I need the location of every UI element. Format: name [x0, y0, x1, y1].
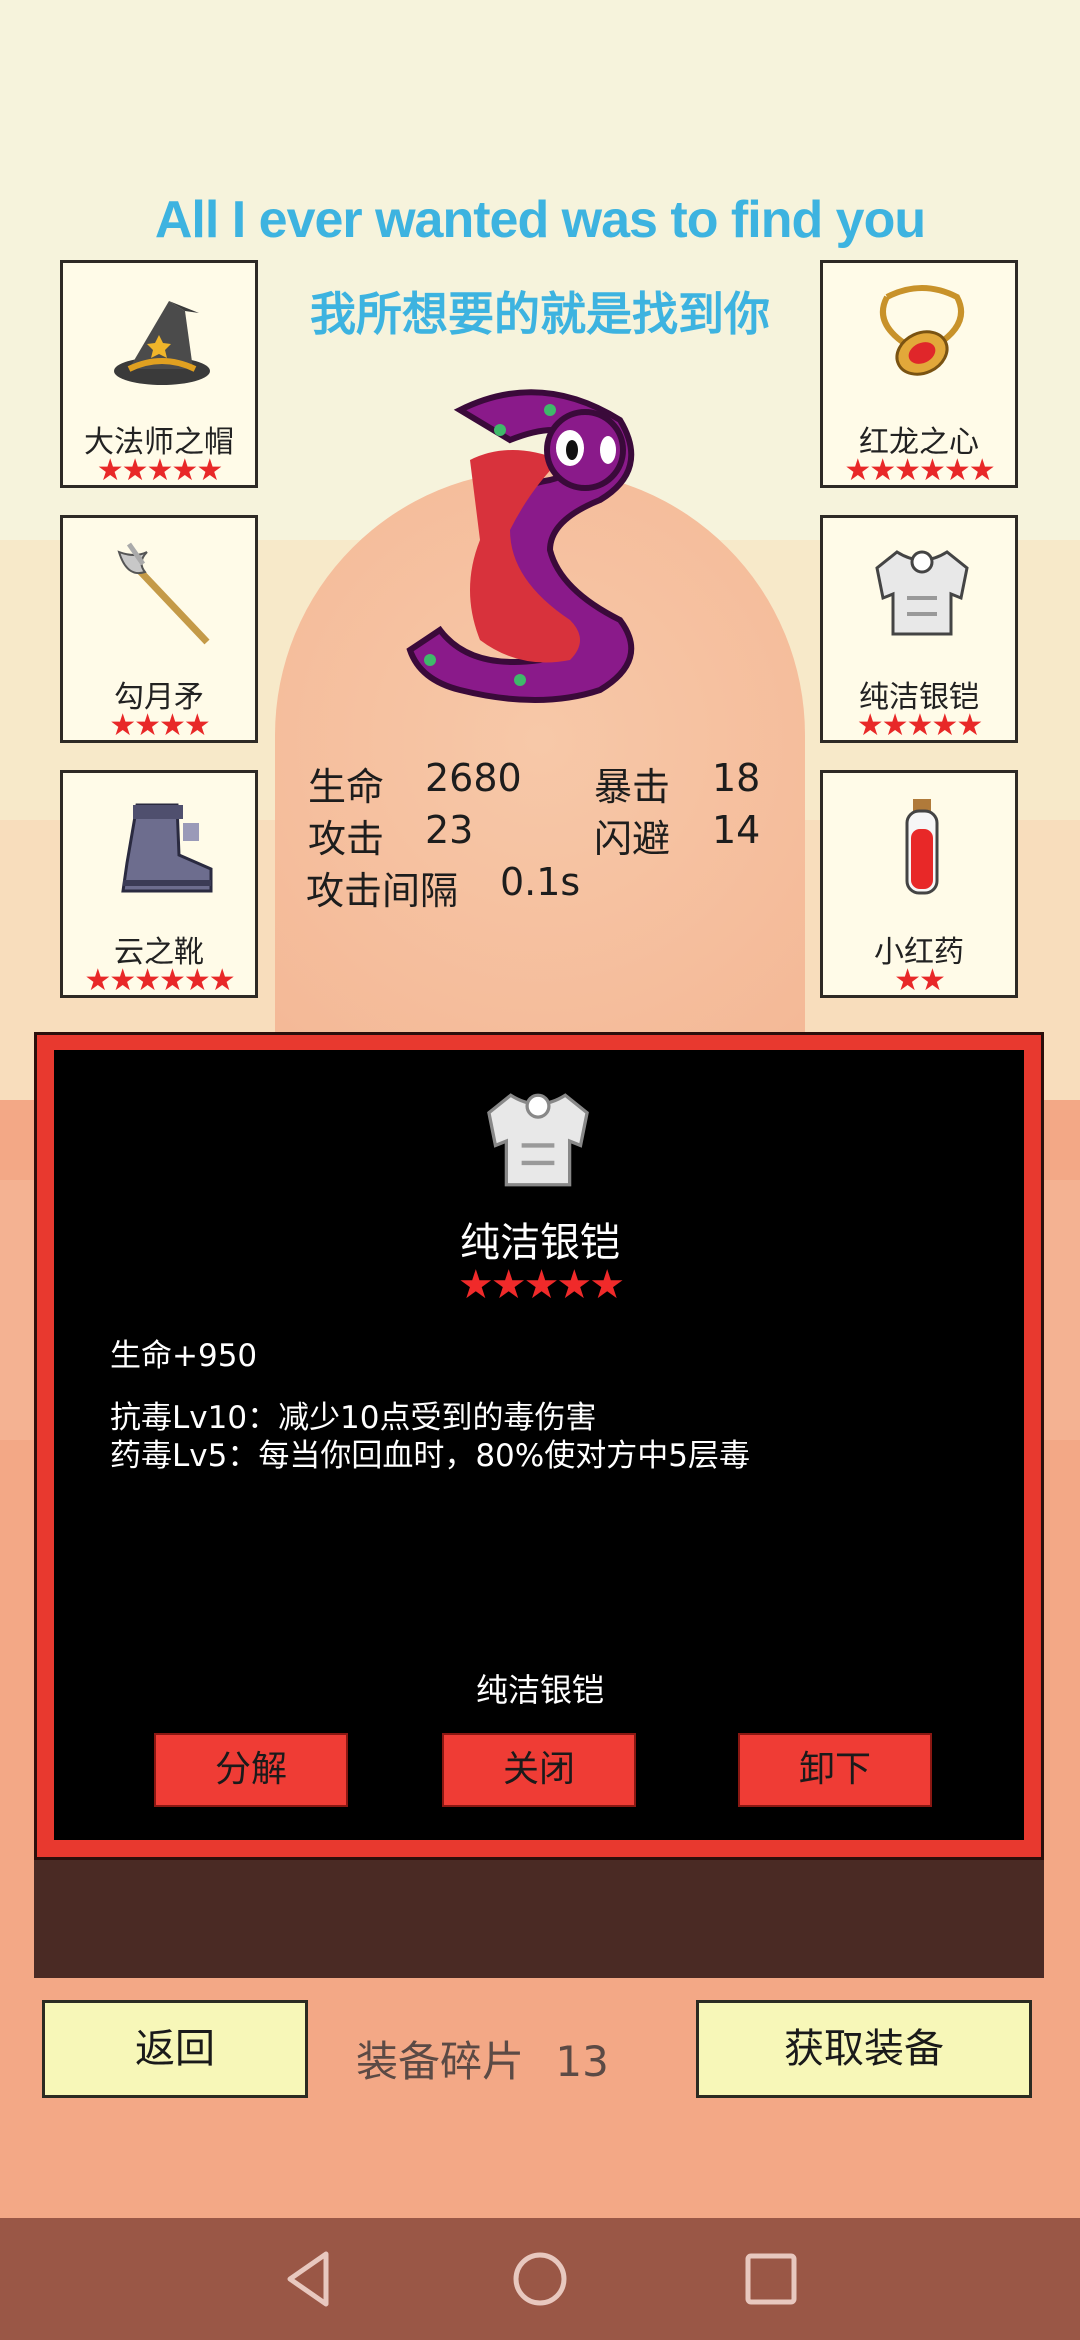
- stat-dodge-value: 14: [712, 808, 761, 852]
- equipment-slot-armor[interactable]: 纯洁银铠 ★★★★★: [820, 515, 1018, 743]
- stat-dodge-label: 闪避: [594, 817, 671, 861]
- decompose-button[interactable]: 分解: [154, 1733, 348, 1807]
- stat-crit-label: 暴击: [594, 765, 671, 809]
- potion-icon: [905, 799, 939, 895]
- stat-attack-label: 攻击: [308, 817, 385, 861]
- fragments-count: 13: [555, 2037, 609, 2086]
- close-button[interactable]: 关闭: [442, 1733, 636, 1807]
- stat-attack-value: 23: [425, 808, 474, 852]
- stat-crit-value: 18: [712, 756, 761, 800]
- equipment-slot-stars: ★★★★★★: [844, 453, 995, 488]
- back-nav-icon[interactable]: [276, 2246, 342, 2312]
- stat-interval-label: 攻击间隔: [306, 869, 459, 913]
- equipment-slot-stars: ★★★★: [109, 708, 211, 743]
- lyrics-english: All I ever wanted was to find you: [154, 191, 926, 249]
- fragments-label: 装备碎片: [356, 2037, 525, 2086]
- recents-nav-icon[interactable]: [738, 2246, 804, 2312]
- panel-shadow: [34, 1858, 1044, 1978]
- spear-icon: [117, 542, 210, 645]
- equipment-slot-stars: ★★★★★: [856, 708, 983, 743]
- equipment-slot-stars: ★★★★★: [96, 453, 223, 488]
- stat-hp-value: 2680: [425, 756, 522, 800]
- cobra-character: [406, 389, 635, 703]
- boots-icon: [121, 803, 213, 893]
- equipment-slot-weapon[interactable]: 勾月矛 ★★★★: [60, 515, 258, 743]
- armor-icon: [875, 550, 969, 636]
- equipment-slot-potion[interactable]: 小红药 ★★: [820, 770, 1018, 998]
- item-detail-stars: ★★★★★: [457, 1262, 625, 1308]
- item-detail-title: 纯洁银铠: [460, 1220, 620, 1266]
- home-nav-icon[interactable]: [507, 2246, 573, 2312]
- equipment-slot-amulet[interactable]: 红龙之心 ★★★★★★: [820, 260, 1018, 488]
- armor-icon: [487, 1093, 589, 1187]
- equipment-slot-stars: ★★★★★★: [84, 963, 235, 998]
- unequip-button[interactable]: 卸下: [738, 1733, 932, 1807]
- stat-interval-value: 0.1s: [500, 860, 581, 904]
- item-bonus: 生命+950: [110, 1338, 258, 1374]
- item-detail-footer-name: 纯洁银铠: [475, 1671, 604, 1709]
- amulet-icon: [880, 285, 964, 376]
- equipment-slot-boots[interactable]: 云之靴 ★★★★★★: [60, 770, 258, 998]
- get-equipment-button[interactable]: 获取装备: [696, 2000, 1032, 2098]
- equipment-slot-hat[interactable]: 大法师之帽 ★★★★★: [60, 260, 258, 488]
- stat-hp-label: 生命: [308, 765, 385, 809]
- item-effect-2: 药毒Lv5：每当你回血时，80%使对方中5层毒: [110, 1438, 750, 1474]
- wizard-hat-icon: [114, 301, 210, 385]
- equipment-slot-stars: ★★: [894, 963, 946, 998]
- equipment-fragments: 装备碎片 13: [356, 2028, 609, 2089]
- back-button[interactable]: 返回: [42, 2000, 308, 2098]
